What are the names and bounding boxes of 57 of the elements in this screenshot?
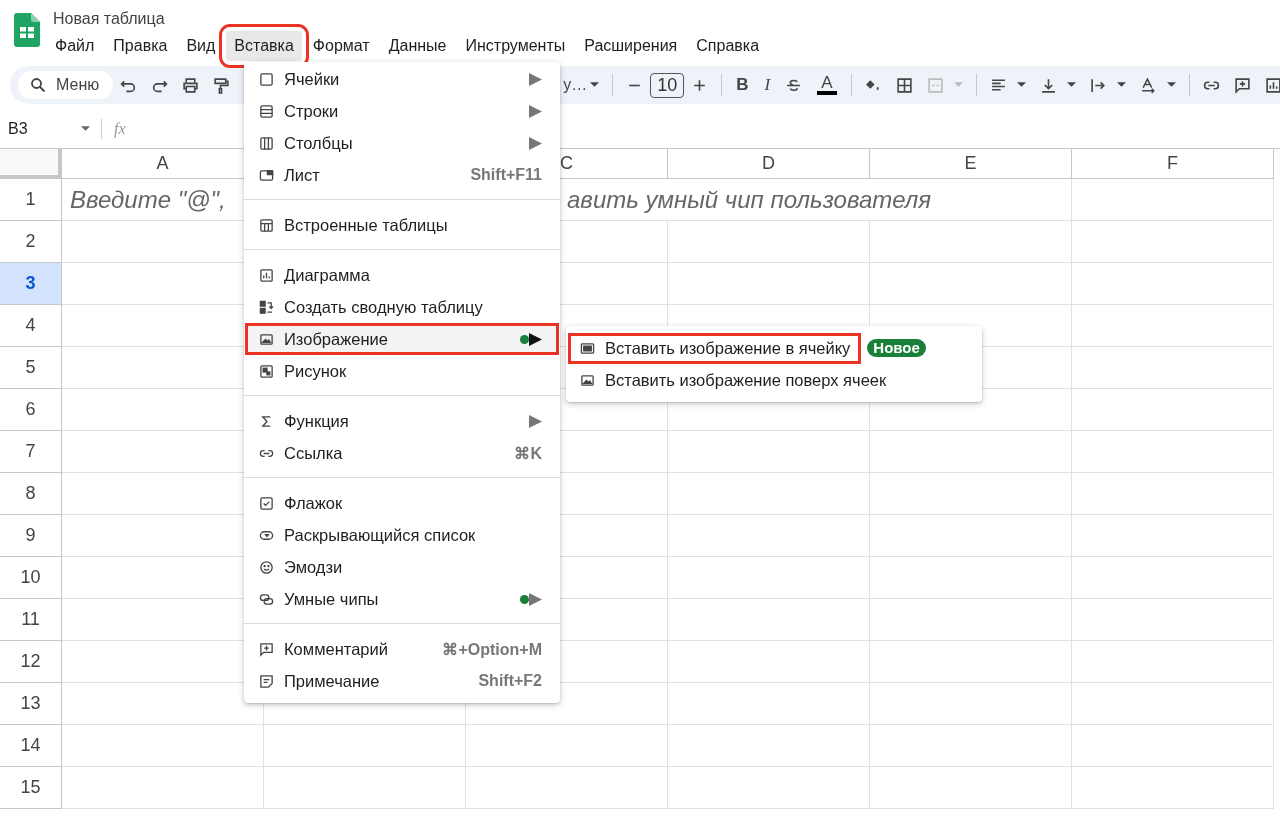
font-size-field[interactable]: 10 (650, 72, 685, 98)
shortcut-text: ⌘+Option+M (442, 639, 542, 659)
row-header[interactable]: 6 (0, 389, 62, 431)
menu-item[interactable]: Раскрывающийся список (245, 519, 559, 551)
bold-button[interactable]: B (736, 75, 749, 95)
shortcut-text: ⌘K (514, 443, 542, 463)
row-header[interactable]: 15 (0, 767, 62, 809)
menu-item[interactable]: Примечание Shift+F2 (245, 665, 559, 697)
menu-bar-item[interactable]: Вид (178, 31, 224, 61)
text-color-button[interactable]: A (817, 75, 837, 95)
cell-hint-text: авить умный чип пользователя (567, 185, 932, 214)
menu-bar-item[interactable]: Файл (47, 31, 103, 61)
row-header[interactable]: 12 (0, 641, 62, 683)
row-header[interactable]: 7 (0, 431, 62, 473)
menu-item[interactable]: Флажок (245, 487, 559, 519)
search-label: Меню (56, 76, 100, 94)
document-title[interactable]: Новая таблица (53, 9, 165, 29)
menu-bar-item[interactable]: Справка (688, 31, 768, 61)
menu-bar-item[interactable]: Формат (304, 31, 378, 61)
menu-item[interactable]: Комментарий ⌘+Option+M (245, 633, 559, 665)
column-header[interactable]: E (870, 149, 1072, 179)
menu-item[interactable]: Умные чипы (245, 583, 559, 615)
menu-item[interactable]: Ссылка ⌘K (245, 437, 559, 469)
menu-item[interactable]: Вставить изображение в ячейку (568, 332, 862, 364)
menu-bar-item[interactable]: Данные (380, 31, 455, 61)
menu-item[interactable]: Вставить изображение поверх ячеек (568, 364, 898, 396)
menu-item[interactable]: Диаграмма (245, 259, 559, 291)
menu-item[interactable]: Функция (245, 405, 559, 437)
shortcut-text: Shift+F2 (478, 672, 542, 690)
menu-item[interactable]: Эмодзи (245, 551, 559, 583)
row-header[interactable]: 4 (0, 305, 62, 347)
menu-bar-item[interactable]: Инструменты (457, 31, 574, 61)
row-header[interactable]: 11 (0, 599, 62, 641)
menu-bar-item[interactable]: Правка (105, 31, 176, 61)
column-header[interactable]: F (1072, 149, 1274, 179)
menu-item[interactable]: Изображение (245, 323, 559, 355)
menu-item[interactable]: Строки (245, 95, 559, 127)
function-label: fx (114, 120, 126, 138)
menu-item[interactable]: Ячейки (245, 63, 559, 95)
row-header[interactable]: 10 (0, 557, 62, 599)
row-header[interactable]: 9 (0, 515, 62, 557)
menu-item[interactable]: Создать сводную таблицу (245, 291, 559, 323)
font-dropdown[interactable]: у… (563, 76, 588, 94)
menu-search-field[interactable]: Меню (18, 71, 114, 99)
row-header[interactable]: 13 (0, 683, 62, 725)
new-badge: Новое (867, 339, 926, 357)
row-header[interactable]: 5 (0, 347, 62, 389)
row-header[interactable]: 1 (0, 179, 62, 221)
menu-bar-item[interactable]: Расширения (576, 31, 686, 61)
italic-button[interactable]: I (764, 75, 771, 95)
menu-item[interactable]: Рисунок (245, 355, 559, 387)
cell-hint-text: Введите "@", (69, 185, 226, 214)
row-header[interactable]: 8 (0, 473, 62, 515)
row-header[interactable]: 3 (0, 263, 62, 305)
name-box[interactable]: B3 (8, 120, 78, 138)
column-header[interactable]: D (668, 149, 870, 179)
row-header[interactable]: 14 (0, 725, 62, 767)
